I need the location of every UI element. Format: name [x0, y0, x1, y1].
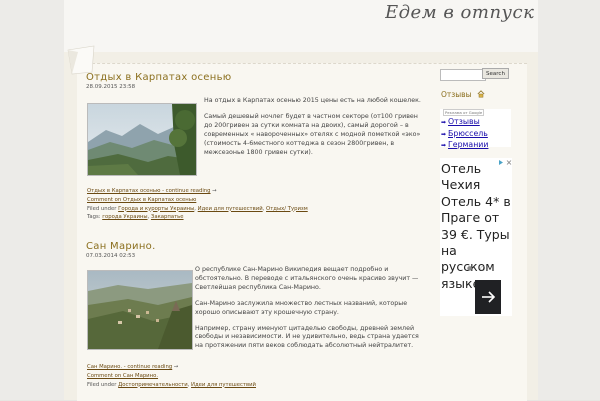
reviews-title-text: Отзывы [441, 90, 472, 99]
sidebar-reviews-title[interactable]: Отзывы [441, 90, 485, 99]
site-title[interactable]: Едем в отпуск [385, 2, 600, 23]
post-date: 07.03.2014 02:53 [86, 253, 136, 259]
post-title[interactable]: Отдых в Карпатах осенью [86, 72, 231, 83]
background-left [0, 0, 64, 400]
comment-link[interactable]: Comment on Отдых в Карпатах осенью [87, 197, 196, 203]
ad-link[interactable]: Германии [448, 140, 488, 149]
background-right [538, 0, 600, 400]
tag-link[interactable]: Закарпатье [151, 214, 184, 220]
post-excerpt-karpaty: На отдых в Карпатах осенью 2015 цены ест… [204, 97, 426, 164]
category-link[interactable]: Идеи для путешествий [198, 206, 263, 212]
category-link[interactable]: Отдых/ Туризм [266, 206, 308, 212]
post-excerpt-san-marino: О республике Сан-Марино Википедия вещает… [195, 266, 425, 358]
post-paragraph: Сан-Марино заслужила множество лестных н… [195, 299, 408, 316]
search-input[interactable] [440, 69, 486, 81]
post-paragraph: На отдых в Карпатах осенью 2015 цены ест… [204, 97, 421, 104]
category-link[interactable]: Достопримечательности [118, 382, 188, 388]
arrow-right-icon: ➡ [441, 130, 447, 138]
tag-link[interactable]: города Украины [102, 214, 147, 220]
page-curl-decoration [64, 42, 98, 76]
arrow-right-icon [482, 291, 496, 303]
hotel-ad-text[interactable]: Отель Чехия Отель 4* в Праге от 39 €. Ту… [441, 161, 511, 292]
post-photo-san-marino[interactable] [87, 270, 193, 350]
category-link[interactable]: Идеи для путешествий [191, 382, 256, 388]
post-san-marino: Сан Марино. 07.03.2014 02:53 [86, 241, 156, 259]
carousel-dots[interactable]: ● ○ [467, 265, 488, 272]
continue-reading-link[interactable]: Сан Марино. - continue reading [87, 364, 172, 370]
filed-under-label: Filed under [87, 205, 117, 212]
comment-link[interactable]: Comment on Сан Марино. [87, 373, 158, 379]
post-karpaty: Отдых в Карпатах осенью 28.09.2015 23:58 [86, 72, 231, 90]
post-date: 28.09.2015 23:58 [86, 84, 136, 90]
ad-link-item[interactable]: ➡ Германии [441, 140, 488, 152]
post-meta-san-marino: Сан Марино. - continue reading → Comment… [87, 364, 256, 388]
ad-link[interactable]: Отзывы [448, 117, 480, 126]
ad-label[interactable]: Реклама от Google [443, 109, 485, 116]
ad-links-list: ➡ Отзывы ➡ Брюссель ➡ Германии [441, 117, 488, 152]
post-title[interactable]: Сан Марино. [86, 241, 156, 252]
ad-link[interactable]: Брюссель [448, 129, 488, 138]
search-button[interactable]: Search [482, 68, 509, 79]
ad-next-button[interactable] [475, 280, 501, 314]
post-photo-karpaty[interactable] [87, 103, 197, 176]
arrow-right-icon: ➡ [441, 142, 447, 149]
arrow-right-icon: → [212, 188, 217, 194]
post-paragraph: Самый дешевый ночлег будет в частном сек… [204, 112, 421, 156]
post-paragraph: Например, страну именуют цитаделью свобо… [195, 324, 419, 350]
continue-reading-link[interactable]: Отдых в Карпатах осенью - continue readi… [87, 188, 211, 194]
ad-link-item[interactable]: ➡ Отзывы [441, 117, 488, 129]
post-paragraph: О республике Сан-Марино Википедия вещает… [195, 266, 419, 291]
tags-label: Tags: [87, 214, 101, 221]
post-meta-karpaty: Отдых в Карпатах осенью - continue readi… [87, 188, 308, 221]
arrow-right-icon: ➡ [441, 119, 447, 126]
home-icon [477, 90, 485, 98]
arrow-right-icon: → [173, 364, 179, 370]
ad-link-item[interactable]: ➡ Брюссель [441, 129, 488, 141]
category-link[interactable]: Города и курорты Украины [118, 206, 194, 212]
filed-under-label: Filed under [87, 381, 117, 388]
